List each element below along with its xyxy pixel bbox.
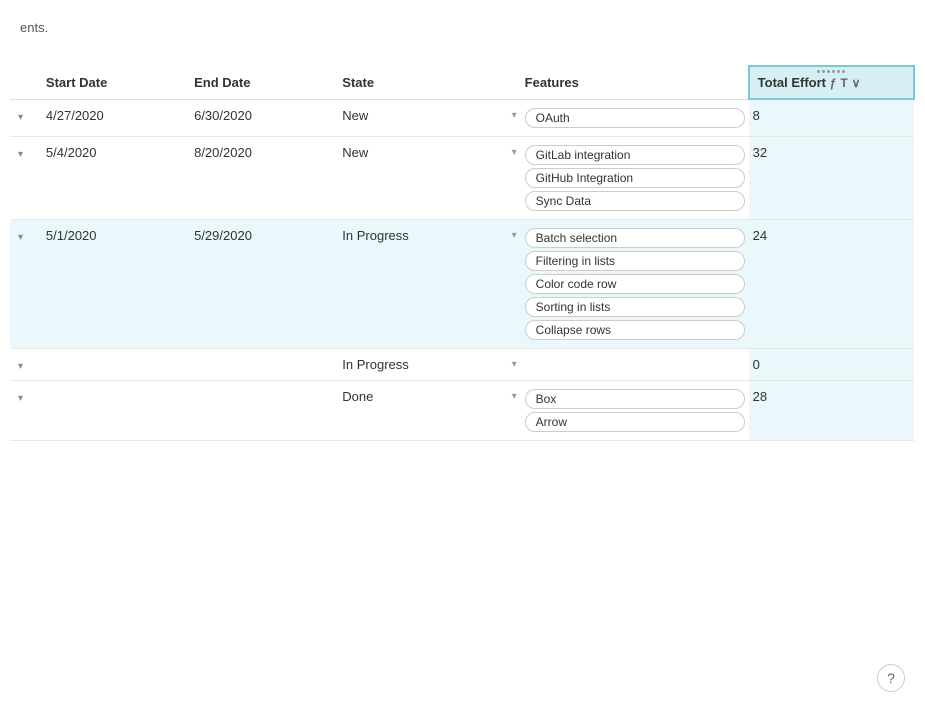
header-icons: ƒ T ∨ [830,76,861,90]
end-date-cell: 5/29/2020 [190,219,338,348]
state-text: Done [342,389,507,404]
expand-arrow[interactable]: ▾ [14,230,27,245]
header-start-date: Start Date [42,66,190,99]
feature-tag[interactable]: Box [525,389,745,409]
table-row: ▾ 4/27/20206/30/2020 New ▾ OAuth8 [10,99,914,136]
expand-cell: ▾ [10,136,42,219]
expand-cell: ▾ [10,99,42,136]
expand-arrow[interactable]: ▾ [14,359,27,374]
state-text: In Progress [342,357,507,372]
header-total-effort[interactable]: Total Effort ƒ T ∨ [749,66,914,99]
features-cell [521,348,749,380]
state-cell: New ▾ [338,136,520,219]
expand-cell: ▾ [10,219,42,348]
state-text: New [342,108,507,123]
total-effort-cell: 0 [749,348,914,380]
state-text: New [342,145,507,160]
drag-dot-3 [827,70,830,73]
feature-tag[interactable]: Color code row [525,274,745,294]
header-features: Features [521,66,749,99]
state-dropdown-arrow[interactable]: ▾ [512,391,517,402]
expand-cell: ▾ [10,380,42,440]
drag-dot-4 [832,70,835,73]
drag-dot-2 [822,70,825,73]
state-dropdown-arrow[interactable]: ▾ [512,110,517,121]
drag-dot-1 [817,70,820,73]
total-effort-label: Total Effort [758,75,826,90]
main-table: Start Date End Date State Features [10,65,915,441]
table-row: ▾ In Progress ▾ 0 [10,348,914,380]
end-date-cell: 6/30/2020 [190,99,338,136]
total-effort-cell: 32 [749,136,914,219]
end-date-cell [190,348,338,380]
state-cell: Done ▾ [338,380,520,440]
state-cell: New ▾ [338,99,520,136]
feature-tag[interactable]: GitHub Integration [525,168,745,188]
end-date-cell: 8/20/2020 [190,136,338,219]
drag-dot-5 [837,70,840,73]
table-row: ▾ 5/1/20205/29/2020 In Progress ▾ Batch sele… [10,219,914,348]
feature-tag[interactable]: OAuth [525,108,745,128]
features-cell: OAuth [521,99,749,136]
features-cell: Box Arrow [521,380,749,440]
drag-dot-6 [842,70,845,73]
feature-tag[interactable]: Filtering in lists [525,251,745,271]
header-state: State [338,66,520,99]
table-header: Start Date End Date State Features [10,66,914,99]
features-cell: GitLab integration GitHub Integration Sync… [521,136,749,219]
feature-tag[interactable]: Sorting in lists [525,297,745,317]
state-dropdown-arrow[interactable]: ▾ [512,230,517,241]
total-effort-cell: 28 [749,380,914,440]
state-cell: In Progress ▾ [338,219,520,348]
table-row: ▾ Done ▾ Box Arrow28 [10,380,914,440]
header-end-date: End Date [190,66,338,99]
header-expand [10,66,42,99]
end-date-cell [190,380,338,440]
expand-arrow[interactable]: ▾ [14,110,27,125]
text-icon: T [840,76,847,90]
start-date-cell: 5/4/2020 [42,136,190,219]
feature-tag[interactable]: Collapse rows [525,320,745,340]
intro-content: ents. [20,20,48,35]
drag-handle [817,70,845,73]
state-cell: In Progress ▾ [338,348,520,380]
formula-icon: ƒ [830,76,837,90]
start-date-cell [42,348,190,380]
features-cell: Batch selection Filtering in lists Color c… [521,219,749,348]
feature-tag[interactable]: Batch selection [525,228,745,248]
state-text: In Progress [342,228,507,243]
start-date-cell: 5/1/2020 [42,219,190,348]
state-dropdown-arrow[interactable]: ▾ [512,147,517,158]
feature-tag[interactable]: Sync Data [525,191,745,211]
state-dropdown-arrow[interactable]: ▾ [512,359,517,370]
help-button[interactable]: ? [877,664,905,692]
table-wrapper: Start Date End Date State Features [0,65,925,441]
page-container: ents. Start Date End Date State Features [0,0,925,712]
intro-text: ents. [0,0,925,65]
feature-tag[interactable]: Arrow [525,412,745,432]
feature-tag[interactable]: GitLab integration [525,145,745,165]
table-body: ▾ 4/27/20206/30/2020 New ▾ OAuth8 ▾ 5/4/20208/… [10,99,914,440]
table-row: ▾ 5/4/20208/20/2020 New ▾ GitLab integration… [10,136,914,219]
expand-arrow[interactable]: ▾ [14,147,27,162]
start-date-cell [42,380,190,440]
total-effort-cell: 24 [749,219,914,348]
start-date-cell: 4/27/2020 [42,99,190,136]
expand-cell: ▾ [10,348,42,380]
total-effort-cell: 8 [749,99,914,136]
chevron-icon[interactable]: ∨ [852,76,861,90]
expand-arrow[interactable]: ▾ [14,391,27,406]
